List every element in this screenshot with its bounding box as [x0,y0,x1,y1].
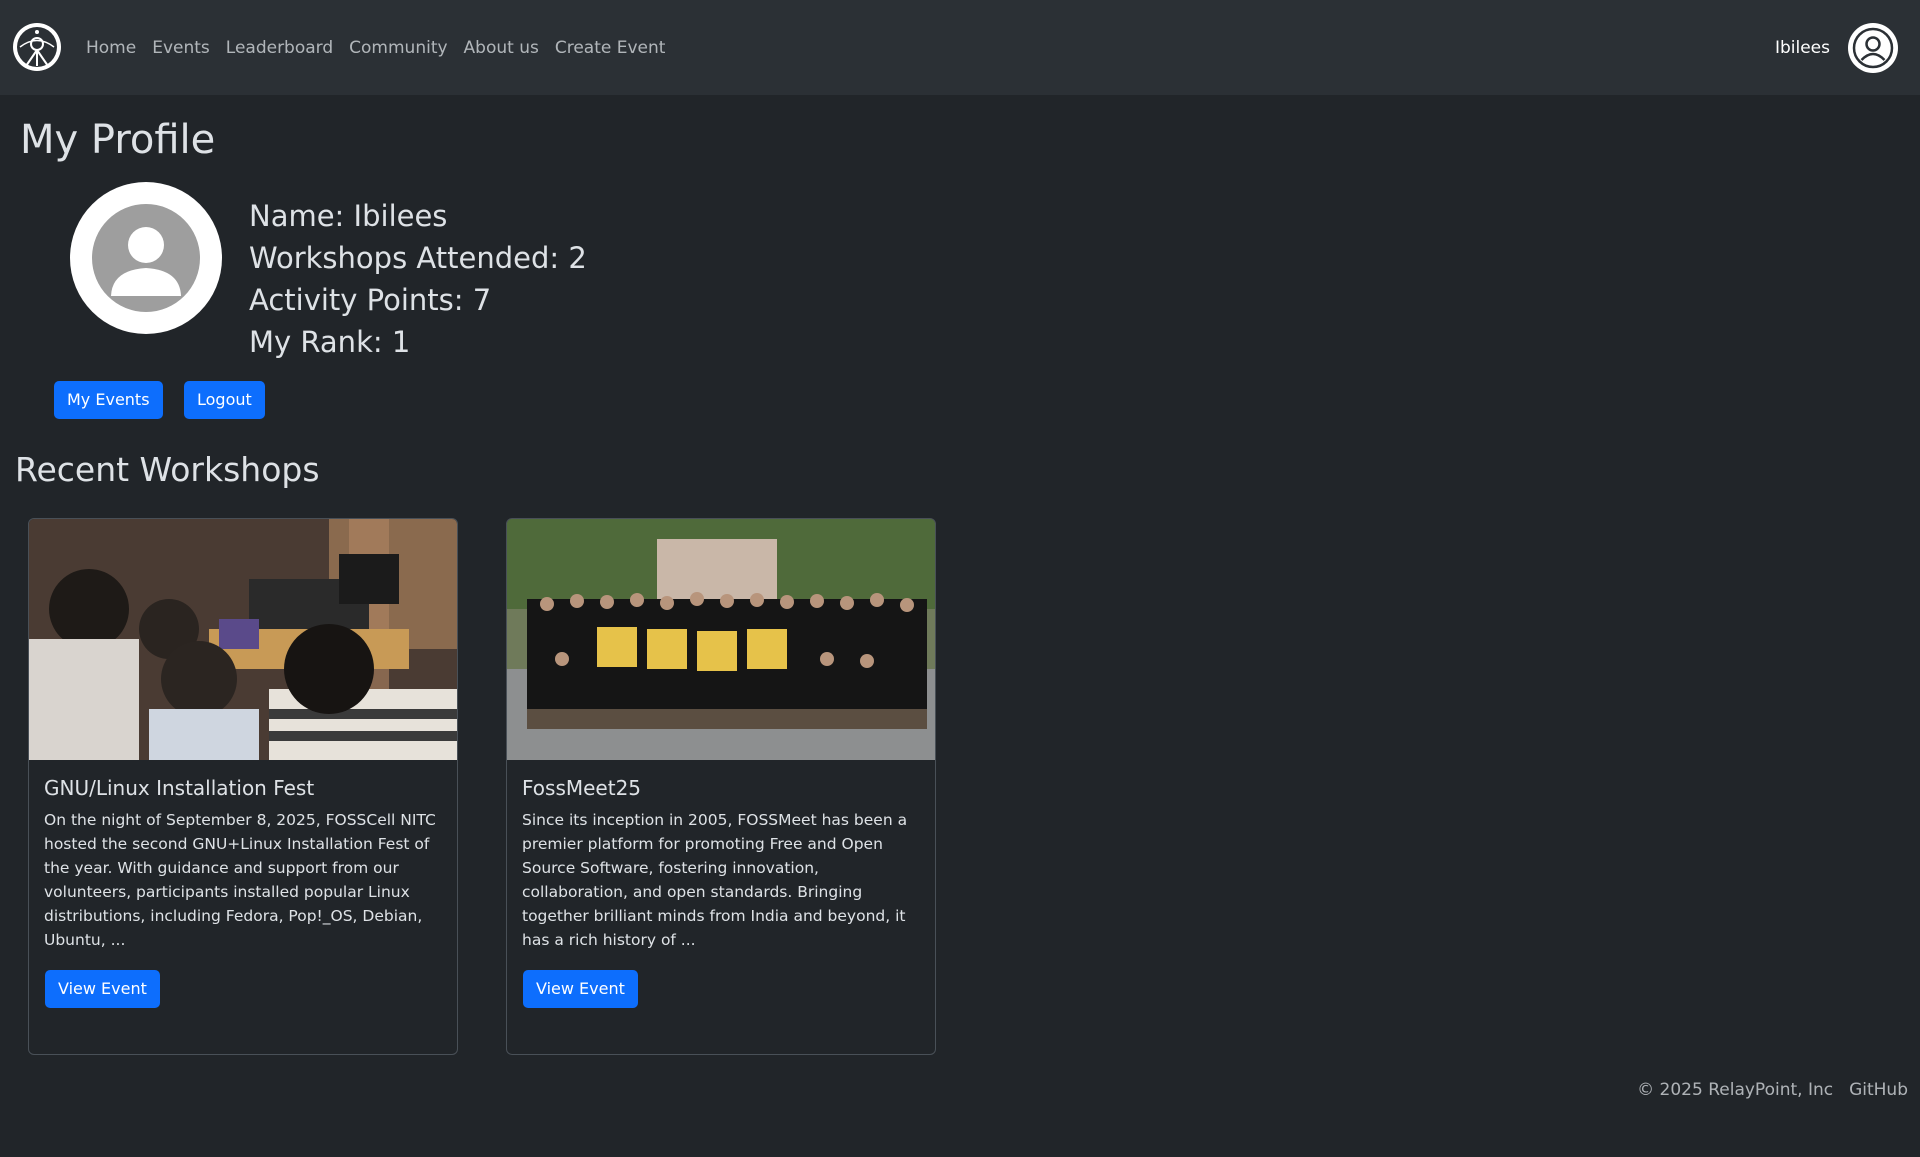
recent-workshops-title: Recent Workshops [15,450,320,489]
footer-github-link[interactable]: GitHub [1849,1080,1908,1100]
workshop-card: FossMeet25 Since its inception in 2005, … [506,518,936,1055]
profile-info: Name: Ibilees Workshops Attended: 2 Acti… [249,195,587,363]
profile-activity-points: Activity Points: 7 [249,283,492,317]
view-event-button[interactable]: View Event [45,970,160,1008]
card-text: On the night of September 8, 2025, FOSSC… [44,811,436,949]
workshop-image [29,519,457,760]
nav-username[interactable]: Ibilees [1775,38,1830,58]
navbar: Home Events Leaderboard Community About … [0,0,1920,95]
card-body: FossMeet25 Since its inception in 2005, … [507,760,935,966]
card-title: GNU/Linux Installation Fest [44,776,315,800]
profile-workshops-attended: Workshops Attended: 2 [249,241,587,275]
view-event-button[interactable]: View Event [523,970,638,1008]
nav-user[interactable]: Ibilees [1775,0,1898,95]
user-avatar-icon[interactable] [1848,22,1898,73]
footer-copyright: © 2025 RelayPoint, Inc [1637,1080,1834,1100]
nav-link-create-event[interactable]: Create Event [555,38,666,58]
profile-name: Name: Ibilees [249,199,448,233]
my-events-button[interactable]: My Events [54,381,163,419]
nav-links: Home Events Leaderboard Community About … [86,0,681,95]
card-title: FossMeet25 [522,776,642,800]
nav-link-home[interactable]: Home [86,38,136,58]
footer: © 2025 RelayPoint, Inc GitHub [1621,1080,1908,1100]
nav-link-about[interactable]: About us [464,38,539,58]
nav-link-events[interactable]: Events [152,38,210,58]
card-body: GNU/Linux Installation Fest On the night… [29,760,457,966]
nav-link-leaderboard[interactable]: Leaderboard [226,38,333,58]
profile-rank: My Rank: 1 [249,325,411,359]
profile-avatar-icon [70,182,222,334]
workshop-card: GNU/Linux Installation Fest On the night… [28,518,458,1055]
brand-logo-icon[interactable] [12,22,62,72]
workshop-image [507,519,935,760]
nav-link-community[interactable]: Community [349,38,447,58]
logout-button[interactable]: Logout [184,381,265,419]
card-text: Since its inception in 2005, FOSSMeet ha… [522,811,908,949]
page-title: My Profile [20,117,216,163]
